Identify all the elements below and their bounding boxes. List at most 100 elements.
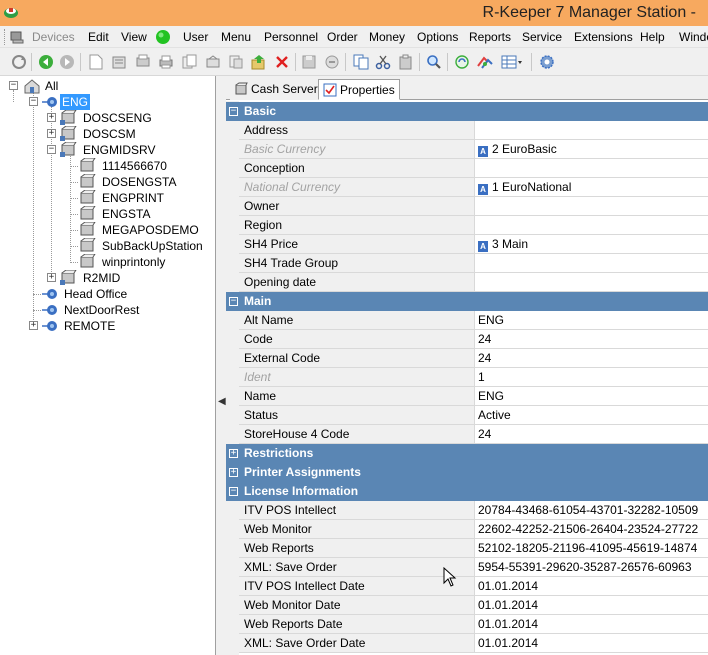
save-icon[interactable] — [300, 53, 318, 71]
expand-toggle[interactable]: + — [229, 468, 238, 477]
paste-icon[interactable] — [397, 53, 415, 71]
expand-toggle[interactable]: + — [29, 321, 38, 330]
tree-node-station[interactable]: DOSENGSTA — [0, 174, 215, 190]
property-row[interactable]: XML: Save Order 5954-55391-29620-35287-26… — [226, 558, 708, 577]
menu-reports[interactable]: Reports — [469, 30, 511, 44]
property-row[interactable]: StoreHouse 4 Code 24 — [226, 425, 708, 444]
refresh-icon[interactable] — [10, 53, 28, 71]
menu-order[interactable]: Order — [327, 30, 358, 44]
property-value[interactable]: 01.01.2014 — [475, 596, 708, 615]
tree-node-nextdoorrest[interactable]: NextDoorRest — [0, 302, 215, 318]
tree-node-station[interactable]: ENGSTA — [0, 206, 215, 222]
menu-help[interactable]: Help — [640, 30, 665, 44]
copy-icon[interactable] — [352, 53, 370, 71]
property-row[interactable]: ITV POS Intellect 20784-43468-61054-43701… — [226, 501, 708, 520]
menu-personnel[interactable]: Personnel — [264, 30, 318, 44]
panel-splitter[interactable]: ◀ — [216, 76, 226, 655]
menu-devices[interactable]: Devices — [32, 30, 75, 44]
collapse-toggle[interactable]: − — [229, 107, 238, 116]
property-row[interactable]: Web Monitor Date 01.01.2014 — [226, 596, 708, 615]
property-value[interactable]: A 2 EuroBasic — [475, 140, 708, 159]
expand-toggle[interactable]: + — [47, 273, 56, 282]
tab-cash-server[interactable]: Cash Server — [230, 79, 322, 100]
print-preview-icon[interactable] — [134, 53, 152, 71]
sync-icon[interactable] — [453, 53, 471, 71]
paste-doc-icon[interactable] — [204, 53, 222, 71]
property-value[interactable]: A 3 Main — [475, 235, 708, 254]
category-license-information[interactable]: − License Information — [226, 482, 708, 501]
cancel-icon[interactable] — [323, 53, 341, 71]
property-value[interactable]: 01.01.2014 — [475, 615, 708, 634]
tree-node-head-office[interactable]: Head Office — [0, 286, 215, 302]
property-row[interactable]: Web Monitor 22602-42252-21506-26404-23524… — [226, 520, 708, 539]
tree-node-station[interactable]: winprintonly — [0, 254, 215, 270]
copy-doc-icon[interactable] — [181, 53, 199, 71]
category-basic[interactable]: − Basic — [226, 102, 708, 121]
property-row[interactable]: Web Reports 52102-18205-21196-41095-45619… — [226, 539, 708, 558]
property-row[interactable]: Status Active — [226, 406, 708, 425]
property-value[interactable]: A 1 EuroNational — [475, 178, 708, 197]
property-value[interactable]: 01.01.2014 — [475, 634, 708, 653]
property-row[interactable]: Web Reports Date 01.01.2014 — [226, 615, 708, 634]
menu-extensions[interactable]: Extensions — [574, 30, 633, 44]
settings-icon[interactable] — [538, 53, 556, 71]
property-value[interactable] — [475, 121, 708, 140]
property-value[interactable] — [475, 216, 708, 235]
property-value[interactable]: 52102-18205-21196-41095-45619-14874 — [475, 539, 708, 558]
property-value[interactable]: 1 — [475, 368, 708, 387]
menu-options[interactable]: Options — [417, 30, 458, 44]
link-icon[interactable] — [476, 53, 494, 71]
menu-window[interactable]: Windo — [679, 30, 708, 44]
property-value[interactable]: 20784-43468-61054-43701-32282-10509 — [475, 501, 708, 520]
collapse-toggle[interactable]: − — [29, 97, 38, 106]
property-value[interactable] — [475, 197, 708, 216]
tab-properties[interactable]: Properties — [318, 79, 400, 100]
open-icon[interactable] — [110, 53, 128, 71]
tree-node-all[interactable]: − All — [0, 78, 215, 94]
menu-user[interactable]: User — [183, 30, 208, 44]
tree-node-r2mid[interactable]: + R2MID — [0, 270, 215, 286]
back-icon[interactable] — [37, 53, 55, 71]
property-row[interactable]: Basic Currency A 2 EuroBasic — [226, 140, 708, 159]
tree-node-doscsm[interactable]: + DOSCSM — [0, 126, 215, 142]
collapse-toggle[interactable]: − — [9, 81, 18, 90]
property-value[interactable] — [475, 273, 708, 292]
new-icon[interactable] — [87, 53, 105, 71]
property-value[interactable]: 24 — [475, 330, 708, 349]
property-row[interactable]: National Currency A 1 EuroNational — [226, 178, 708, 197]
delete-icon[interactable] — [273, 53, 291, 71]
property-row[interactable]: External Code 24 — [226, 349, 708, 368]
category-restrictions[interactable]: + Restrictions — [226, 444, 708, 463]
expand-toggle[interactable]: + — [47, 113, 56, 122]
property-row[interactable]: Region — [226, 216, 708, 235]
property-value[interactable]: 22602-42252-21506-26404-23524-27722 — [475, 520, 708, 539]
property-row[interactable]: XML: Save Order Date 01.01.2014 — [226, 634, 708, 653]
category-main[interactable]: − Main — [226, 292, 708, 311]
tree-node-station[interactable]: MEGAPOSDEMO — [0, 222, 215, 238]
collapse-toggle[interactable]: − — [229, 487, 238, 496]
property-row[interactable]: Name ENG — [226, 387, 708, 406]
property-row[interactable]: Opening date — [226, 273, 708, 292]
property-row[interactable]: Alt Name ENG — [226, 311, 708, 330]
expand-toggle[interactable]: + — [229, 449, 238, 458]
menu-service[interactable]: Service — [522, 30, 562, 44]
property-value[interactable] — [475, 254, 708, 273]
expand-toggle[interactable]: + — [47, 129, 56, 138]
collapse-toggle[interactable]: − — [229, 297, 238, 306]
forward-icon[interactable] — [58, 53, 76, 71]
print-icon[interactable] — [157, 53, 175, 71]
tree-node-station[interactable]: ENGPRINT — [0, 190, 215, 206]
menu-menu[interactable]: Menu — [221, 30, 251, 44]
menu-view[interactable]: View — [121, 30, 147, 44]
property-row[interactable]: ITV POS Intellect Date 01.01.2014 — [226, 577, 708, 596]
menu-money[interactable]: Money — [369, 30, 405, 44]
property-row[interactable]: SH4 Price A 3 Main — [226, 235, 708, 254]
copy-icon-gray[interactable] — [227, 53, 245, 71]
property-row[interactable]: Conception — [226, 159, 708, 178]
menu-edit[interactable]: Edit — [88, 30, 109, 44]
property-value[interactable]: ENG — [475, 387, 708, 406]
grid-view-icon[interactable] — [500, 53, 524, 71]
property-value[interactable]: 01.01.2014 — [475, 577, 708, 596]
category-printer-assignments[interactable]: + Printer Assignments — [226, 463, 708, 482]
property-row[interactable]: Ident 1 — [226, 368, 708, 387]
